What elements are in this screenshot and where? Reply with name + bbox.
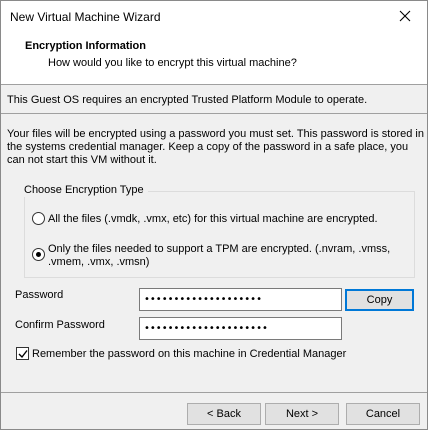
title-bar[interactable]: New Virtual Machine Wizard <box>1 1 427 32</box>
close-button[interactable] <box>383 1 427 32</box>
password-input[interactable]: •••••••••••••••••••• <box>139 288 342 311</box>
checkmark-icon <box>18 350 28 359</box>
password-label: Password <box>15 289 64 301</box>
remember-label[interactable]: Remember the password on this machine in… <box>32 348 346 361</box>
back-button[interactable]: < Back <box>187 403 261 425</box>
radio-tpm-files[interactable] <box>32 248 45 261</box>
radio-selected-dot <box>36 252 41 257</box>
window-title: New Virtual Machine Wizard <box>10 10 161 24</box>
wizard-header: Encryption Information How would you lik… <box>1 32 427 85</box>
footer-separator <box>1 392 427 393</box>
separator <box>1 113 427 114</box>
radio-all-files[interactable] <box>32 212 45 225</box>
info-line-3: can not start this VM without it. <box>7 154 157 166</box>
option-tpm-files-label[interactable]: Only the files needed to support a TPM a… <box>48 243 390 256</box>
tpm-notice: This Guest OS requires an encrypted Trus… <box>7 94 368 106</box>
confirm-password-label: Confirm Password <box>15 319 105 331</box>
option-all-files-label[interactable]: All the files (.vmdk, .vmx, etc) for thi… <box>48 213 378 226</box>
confirm-password-input[interactable]: ••••••••••••••••••••• <box>139 317 342 340</box>
header-title: Encryption Information <box>25 40 146 52</box>
next-button[interactable]: Next > <box>265 403 339 425</box>
info-line-1: Your files will be encrypted using a pas… <box>7 128 424 140</box>
copy-button[interactable]: Copy <box>345 289 414 311</box>
header-subtitle: How would you like to encrypt this virtu… <box>48 57 297 69</box>
info-line-2: the systems credential manager. Keep a c… <box>7 141 409 153</box>
option-tpm-files-label-2[interactable]: .vmem, .vmx, .vmsn) <box>48 256 149 269</box>
wizard-window: New Virtual Machine Wizard Encryption In… <box>0 0 428 430</box>
remember-checkbox[interactable] <box>16 347 29 360</box>
cancel-button[interactable]: Cancel <box>346 403 420 425</box>
close-icon <box>399 10 411 22</box>
encryption-type-legend: Choose Encryption Type <box>20 184 148 197</box>
